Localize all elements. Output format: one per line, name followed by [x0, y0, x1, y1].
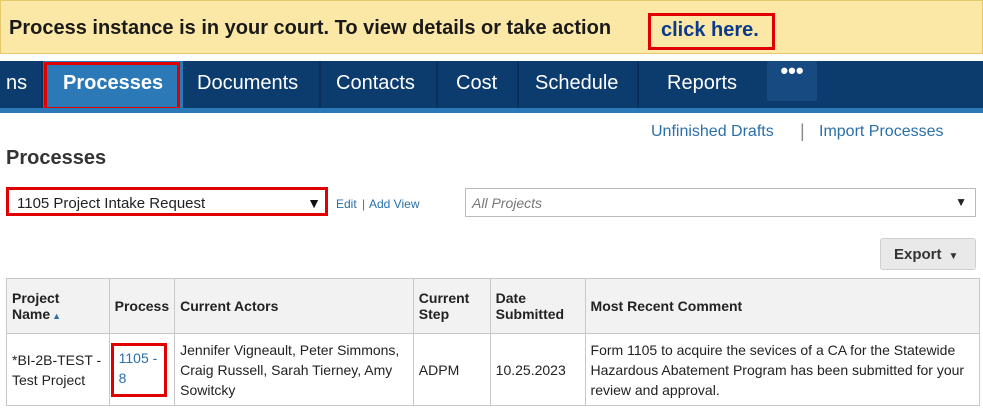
tab-contacts[interactable]: Contacts [336, 61, 415, 108]
header-project-name[interactable]: Project Name ▲ [6, 278, 110, 334]
project-filter-placeholder: All Projects [472, 195, 543, 211]
notice-banner: Process instance is in your court. To vi… [0, 0, 983, 54]
cell-process: 1105 - 8 [108, 333, 176, 406]
add-view-link[interactable]: Add View [369, 197, 419, 211]
tab-cost[interactable]: Cost [456, 61, 497, 108]
header-process[interactable]: Process [108, 278, 176, 334]
chevron-down-icon: ▼ [955, 195, 967, 209]
nav-divider [517, 61, 519, 108]
header-current-actors[interactable]: Current Actors [174, 278, 414, 334]
more-menu-icon[interactable]: ••• [767, 60, 817, 101]
view-select-value: 1105 Project Intake Request [17, 195, 206, 212]
link-separator: | [362, 197, 366, 211]
main-nav: ns Processes Documents Contacts Cost Sch… [0, 60, 983, 110]
table-header-row: Project Name ▲ Process Current Actors Cur… [6, 278, 981, 334]
nav-divider [637, 61, 639, 108]
nav-underline [0, 108, 983, 113]
nav-divider [319, 61, 321, 108]
cell-project-name: *BI-2B-TEST - Test Project [6, 333, 110, 406]
tab-processes[interactable]: Processes [43, 61, 183, 110]
sort-ascending-icon[interactable]: ▲ [52, 311, 61, 321]
link-separator: | [800, 121, 805, 141]
view-select[interactable]: 1105 Project Intake Request ▼ [6, 187, 328, 216]
cell-date-submitted: 10.25.2023 [489, 333, 586, 406]
caret-down-icon: ▼ [948, 251, 959, 262]
project-filter-select[interactable]: All Projects ▼ [465, 188, 976, 217]
chevron-down-icon: ▼ [307, 195, 321, 211]
cell-most-recent-comment: Form 1105 to acquire the sevices of a CA… [584, 333, 981, 406]
cell-current-step: ADPM [412, 333, 491, 406]
table-row: *BI-2B-TEST - Test Project 1105 - 8 Jenn… [6, 333, 981, 406]
header-most-recent-comment[interactable]: Most Recent Comment [584, 278, 981, 334]
tab-schedule[interactable]: Schedule [535, 61, 618, 108]
process-link[interactable]: 1105 - 8 [110, 342, 167, 397]
edit-view-link[interactable]: Edit [336, 197, 357, 211]
export-label: Export [894, 246, 942, 263]
tab-ns[interactable]: ns [6, 61, 27, 108]
nav-divider [436, 61, 438, 108]
notice-click-here-link[interactable]: click here. [648, 13, 775, 50]
tab-reports[interactable]: Reports [667, 61, 737, 108]
header-date-submitted[interactable]: Date Submitted [489, 278, 586, 334]
tab-documents[interactable]: Documents [197, 61, 298, 108]
processes-table: Project Name ▲ Process Current Actors Cur… [6, 278, 981, 406]
highlight-box [44, 62, 180, 110]
notice-text: Process instance is in your court. To vi… [9, 17, 612, 39]
export-button[interactable]: Export ▼ [880, 238, 976, 270]
page-title: Processes [6, 147, 107, 169]
header-current-step[interactable]: Current Step [412, 278, 491, 334]
import-processes-link[interactable]: Import Processes [819, 123, 943, 141]
cell-current-actors: Jennifer Vigneault, Peter Simmons, Craig… [174, 333, 414, 406]
unfinished-drafts-link[interactable]: Unfinished Drafts [651, 123, 774, 141]
